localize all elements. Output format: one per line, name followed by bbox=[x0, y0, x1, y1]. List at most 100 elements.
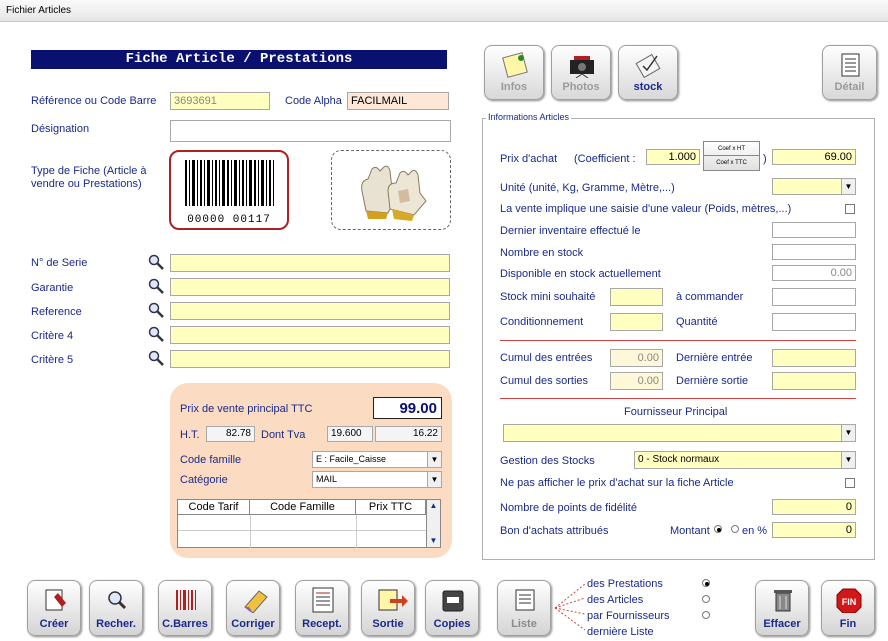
infos-label: Infos bbox=[500, 81, 528, 93]
a-commander-field[interactable] bbox=[772, 288, 856, 306]
tva-rate-field[interactable]: 19.600 bbox=[327, 426, 373, 442]
bon-field[interactable]: 0 bbox=[772, 522, 856, 538]
search-icon[interactable] bbox=[148, 254, 164, 270]
serie-field[interactable] bbox=[170, 254, 450, 272]
conditionnement-field[interactable] bbox=[610, 313, 663, 331]
stock-mini-field[interactable] bbox=[610, 288, 663, 306]
copies-button[interactable]: Copies bbox=[425, 580, 479, 636]
fournisseur-select[interactable]: ▼ bbox=[503, 424, 856, 442]
window-title: Fichier Articles bbox=[6, 5, 72, 16]
search-icon[interactable] bbox=[148, 278, 164, 294]
coefficient-field[interactable]: 1.000 bbox=[646, 149, 700, 165]
chevron-down-icon[interactable]: ▼ bbox=[841, 452, 855, 468]
stock-label: stock bbox=[633, 81, 663, 93]
corriger-label: Corriger bbox=[231, 618, 275, 630]
coefficient-label: (Coefficient : bbox=[574, 153, 636, 165]
code-alpha-field[interactable]: FACILMAIL bbox=[347, 92, 449, 110]
photos-button[interactable]: Photos bbox=[551, 45, 611, 100]
corriger-button[interactable]: Corriger bbox=[226, 580, 280, 636]
window-titlebar: Fichier Articles bbox=[0, 0, 888, 22]
coef-ht-option[interactable]: Coef x HT bbox=[704, 142, 759, 156]
search-icon[interactable] bbox=[148, 350, 164, 366]
close-paren: ) bbox=[763, 153, 767, 165]
detail-button[interactable]: Détail bbox=[822, 45, 877, 100]
critere5-field[interactable] bbox=[170, 350, 450, 368]
chevron-down-icon[interactable]: ▼ bbox=[841, 179, 855, 194]
creer-button[interactable]: Créer bbox=[27, 580, 81, 636]
coef-mode-toggle[interactable]: Coef x HT Coef x TTC bbox=[703, 141, 760, 171]
reference-critere-field[interactable] bbox=[170, 302, 450, 320]
ne-pas-afficher-checkbox[interactable] bbox=[845, 478, 855, 488]
prix-achat-label: Prix d'achat bbox=[500, 153, 558, 165]
liste-option-label: des Prestations bbox=[587, 578, 663, 590]
edit-document-icon bbox=[45, 589, 66, 611]
reference-label: Référence ou Code Barre bbox=[31, 95, 157, 107]
saisie-checkbox[interactable] bbox=[845, 204, 855, 214]
prix-achat-field[interactable]: 69.00 bbox=[772, 149, 856, 165]
search-icon[interactable] bbox=[148, 302, 164, 318]
receipt-icon bbox=[312, 587, 334, 613]
montant-label: Montant bbox=[670, 525, 710, 537]
nombre-stock-field[interactable] bbox=[772, 244, 856, 260]
en-pct-radio[interactable] bbox=[731, 525, 739, 533]
infos-button[interactable]: Infos bbox=[484, 45, 544, 100]
ne-pas-afficher-label: Ne pas afficher le prix d'achat sur la f… bbox=[500, 477, 734, 489]
designation-field[interactable] bbox=[170, 120, 451, 142]
derniere-entree-field[interactable] bbox=[772, 349, 856, 367]
coef-ttc-option[interactable]: Coef x TTC bbox=[704, 156, 759, 170]
sortie-button[interactable]: Sortie bbox=[361, 580, 415, 636]
note-icon bbox=[502, 52, 528, 78]
recher-button[interactable]: Recher. bbox=[89, 580, 143, 636]
barcode-selector[interactable]: 00000 00117 bbox=[169, 150, 289, 230]
fin-label: Fin bbox=[839, 618, 857, 630]
chevron-down-icon[interactable]: ▼ bbox=[841, 425, 855, 441]
tva-label: Dont Tva bbox=[261, 429, 306, 441]
list-icon bbox=[515, 589, 535, 611]
chevron-down-icon[interactable]: ▼ bbox=[427, 472, 441, 487]
code-famille-value: E : Facile_Caisse bbox=[316, 454, 387, 464]
liste-option-radio[interactable] bbox=[702, 611, 710, 619]
quantite-field[interactable] bbox=[772, 313, 856, 331]
reference-field[interactable]: 3693691 bbox=[170, 92, 270, 110]
search-icon[interactable] bbox=[148, 326, 164, 342]
recher-label: Recher. bbox=[96, 618, 136, 630]
code-famille-select[interactable]: E : Facile_Caisse ▼ bbox=[312, 451, 442, 468]
reference-critere-label: Reference bbox=[31, 306, 82, 318]
fin-button[interactable]: FIN Fin bbox=[821, 580, 875, 636]
liste-option-radio[interactable] bbox=[702, 579, 710, 587]
code-famille-label: Code famille bbox=[180, 454, 242, 466]
categorie-select[interactable]: MAIL ▼ bbox=[312, 471, 442, 488]
inventaire-field[interactable] bbox=[772, 222, 856, 238]
gestion-select[interactable]: 0 - Stock normaux ▼ bbox=[634, 451, 856, 469]
form-header: Fiche Article / Prestations bbox=[31, 50, 447, 69]
main-price-field[interactable]: 99.00 bbox=[373, 397, 442, 419]
liste-option-radio[interactable] bbox=[702, 595, 710, 603]
derniere-sortie-field[interactable] bbox=[772, 372, 856, 390]
stock-button[interactable]: stock bbox=[618, 45, 678, 100]
recept-button[interactable]: Recept. bbox=[295, 580, 349, 636]
photo-frame[interactable] bbox=[331, 150, 451, 230]
scroll-down-icon[interactable]: ▼ bbox=[427, 535, 440, 547]
points-field[interactable]: 0 bbox=[772, 499, 856, 515]
scroll-up-icon[interactable]: ▲ bbox=[427, 500, 440, 512]
table-scrollbar[interactable]: ▲ ▼ bbox=[426, 500, 440, 547]
montant-radio[interactable] bbox=[714, 525, 722, 533]
liste-button[interactable]: Liste bbox=[497, 580, 551, 636]
critere5-label: Critère 5 bbox=[31, 354, 74, 366]
col-code-famille: Code Famille bbox=[250, 500, 356, 515]
cbarres-button[interactable]: C.Barres bbox=[158, 580, 212, 636]
critere4-label: Critère 4 bbox=[31, 330, 74, 342]
liste-option-label: par Fournisseurs bbox=[587, 610, 670, 622]
info-group-title: Informations Articles bbox=[486, 112, 572, 122]
effacer-button[interactable]: Effacer bbox=[755, 580, 809, 636]
barcode-icon bbox=[176, 590, 196, 610]
critere4-field[interactable] bbox=[170, 326, 450, 344]
garantie-field[interactable] bbox=[170, 278, 450, 296]
copies-label: Copies bbox=[433, 618, 471, 630]
chevron-down-icon[interactable]: ▼ bbox=[427, 452, 441, 467]
unite-select[interactable]: ▼ bbox=[772, 178, 856, 195]
tarif-table[interactable]: Code Tarif Code Famille Prix TTC ▲ ▼ bbox=[177, 499, 441, 548]
table-col-divider bbox=[356, 515, 357, 548]
creer-label: Créer bbox=[39, 618, 69, 630]
document-icon bbox=[841, 53, 860, 77]
